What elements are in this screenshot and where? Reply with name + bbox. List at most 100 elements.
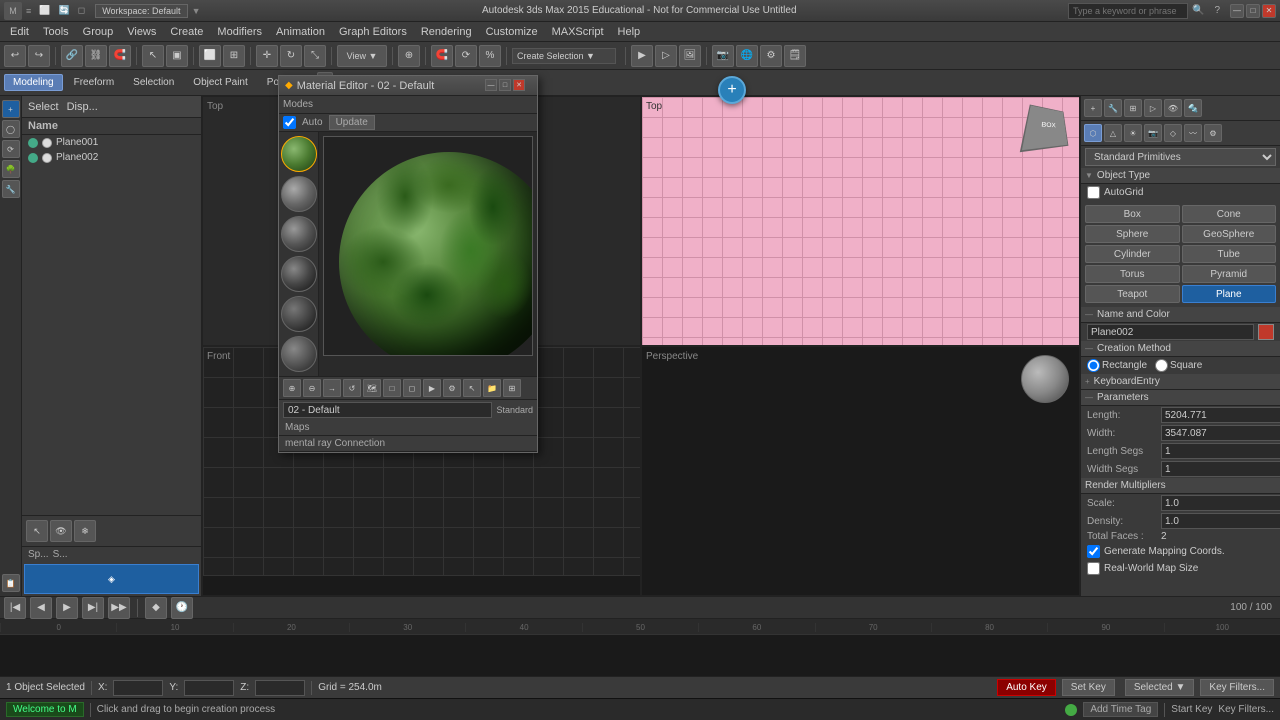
obj-torus-btn[interactable]: Torus: [1085, 265, 1180, 283]
primitive-type-dropdown[interactable]: Standard Primitives: [1085, 148, 1276, 166]
play-btn[interactable]: ▶: [56, 597, 78, 619]
menu-customize[interactable]: Customize: [480, 24, 544, 40]
tab-freeform[interactable]: Freeform: [66, 75, 123, 90]
select-button[interactable]: ↖: [142, 45, 164, 67]
select-name-button[interactable]: ▣: [166, 45, 188, 67]
hierarchy-icon[interactable]: 🌳: [2, 160, 20, 178]
rp-section-keyboard[interactable]: + KeyboardEntry: [1081, 374, 1280, 390]
obj-teapot-btn[interactable]: Teapot: [1085, 285, 1180, 303]
selected-dropdown[interactable]: Selected ▼: [1125, 679, 1195, 696]
length-segs-input[interactable]: [1161, 443, 1280, 459]
obj-cylinder-btn[interactable]: Cylinder: [1085, 245, 1180, 263]
me-compact-btn[interactable]: ⊞: [503, 379, 521, 397]
rp-cameras-btn[interactable]: 📷: [1144, 124, 1162, 142]
scene-item-plane002[interactable]: Plane002: [22, 150, 201, 165]
tab-selection[interactable]: Selection: [125, 75, 182, 90]
real-world-checkbox[interactable]: [1087, 562, 1100, 575]
me-show-map-btn[interactable]: 🗺: [363, 379, 381, 397]
me-show-end-btn[interactable]: ◻: [403, 379, 421, 397]
me-thumb-5[interactable]: [281, 296, 317, 332]
menu-views[interactable]: Views: [121, 24, 162, 40]
color-swatch[interactable]: [1258, 324, 1274, 340]
utilities-icon[interactable]: 🔧: [2, 180, 20, 198]
rp-lights-btn[interactable]: ☀: [1124, 124, 1142, 142]
open-last-render[interactable]: 📷: [712, 45, 734, 67]
motion-icon[interactable]: ⟳: [2, 140, 20, 158]
key-filter-btn[interactable]: Key Filters...: [1200, 679, 1274, 696]
length-input[interactable]: [1161, 407, 1280, 423]
me-options-btn[interactable]: ⚙: [443, 379, 461, 397]
bind-button[interactable]: 🧲: [109, 45, 131, 67]
menu-group[interactable]: Group: [77, 24, 120, 40]
gen-mapping-checkbox[interactable]: [1087, 545, 1100, 558]
angle-snap[interactable]: ⟳: [455, 45, 477, 67]
render-toedit[interactable]: 🗒: [784, 45, 806, 67]
square-radio[interactable]: [1155, 359, 1168, 372]
search-input[interactable]: [1068, 3, 1188, 19]
rp-hierarchy-tab[interactable]: ⊞: [1124, 99, 1142, 117]
close-button[interactable]: ✕: [1262, 4, 1276, 18]
obj-cone-btn[interactable]: Cone: [1182, 205, 1277, 223]
rp-geometry-btn[interactable]: ⬡: [1084, 124, 1102, 142]
me-close-btn[interactable]: ✕: [513, 79, 525, 91]
tab-modeling[interactable]: Modeling: [4, 74, 63, 91]
me-thumb-6[interactable]: [281, 336, 317, 372]
scale-button[interactable]: ⤡: [304, 45, 326, 67]
link-button[interactable]: 🔗: [61, 45, 83, 67]
obj-plane-btn[interactable]: Plane: [1182, 285, 1277, 303]
me-section-mental-ray[interactable]: mental ray Connection: [279, 436, 537, 452]
x-coord-input[interactable]: [113, 680, 163, 696]
rotate-button[interactable]: ↻: [280, 45, 302, 67]
scale-input[interactable]: [1161, 495, 1280, 511]
prev-frame-btn[interactable]: ◀: [30, 597, 52, 619]
rectangle-radio[interactable]: [1087, 359, 1100, 372]
search-icon[interactable]: 🔍: [1192, 5, 1204, 16]
me-thumb-3[interactable]: [281, 216, 317, 252]
rp-section-creation[interactable]: — Creation Method: [1081, 341, 1280, 357]
obj-box-btn[interactable]: Box: [1085, 205, 1180, 223]
menu-tools[interactable]: Tools: [37, 24, 75, 40]
snap-toggle[interactable]: 🧲: [431, 45, 453, 67]
material-name-input[interactable]: [283, 402, 492, 418]
go-start-btn[interactable]: |◀: [4, 597, 26, 619]
z-coord-input[interactable]: [255, 680, 305, 696]
me-show-bg-btn[interactable]: □: [383, 379, 401, 397]
menu-help[interactable]: Help: [612, 24, 647, 40]
add-plus-button[interactable]: +: [718, 76, 746, 104]
me-assign-material-btn[interactable]: →: [323, 379, 341, 397]
me-section-maps[interactable]: Maps: [279, 420, 537, 436]
go-end-btn[interactable]: ▶▶: [108, 597, 130, 619]
set-key-btn[interactable]: Set Key: [1062, 679, 1115, 696]
menu-rendering[interactable]: Rendering: [415, 24, 478, 40]
width-segs-input[interactable]: [1161, 461, 1280, 477]
tab-object-paint[interactable]: Object Paint: [185, 75, 255, 90]
minimize-button[interactable]: —: [1230, 4, 1244, 18]
rp-display-tab[interactable]: 👁: [1164, 99, 1182, 117]
menu-animation[interactable]: Animation: [270, 24, 331, 40]
sidebar-tool-select[interactable]: ↖: [26, 520, 48, 542]
square-option[interactable]: Square: [1155, 359, 1202, 372]
time-config-btn[interactable]: 🕐: [171, 597, 193, 619]
y-coord-input[interactable]: [184, 680, 234, 696]
obj-sphere-btn[interactable]: Sphere: [1085, 225, 1180, 243]
object-name-input[interactable]: [1087, 324, 1254, 340]
window-controls[interactable]: — □ ✕: [1230, 4, 1276, 18]
rp-section-object-type[interactable]: ▼ Object Type: [1081, 168, 1280, 184]
scene-item-plane001[interactable]: Plane001: [22, 135, 201, 150]
sidebar-tool-display[interactable]: 👁: [50, 520, 72, 542]
selection-filter-dropdown[interactable]: Create Selection ▼: [512, 48, 616, 64]
render-setup-button[interactable]: ▶: [631, 45, 653, 67]
menu-create[interactable]: Create: [164, 24, 209, 40]
me-get-material-btn[interactable]: ⊕: [283, 379, 301, 397]
rp-spacewarps-btn[interactable]: 〰: [1184, 124, 1202, 142]
help-icon[interactable]: ?: [1214, 5, 1220, 16]
window-crossing-button[interactable]: ⊞: [223, 45, 245, 67]
rp-section-name-color[interactable]: — Name and Color: [1081, 307, 1280, 323]
maximize-button[interactable]: □: [1246, 4, 1260, 18]
rp-modify-tab[interactable]: 🔧: [1104, 99, 1122, 117]
me-thumb-1[interactable]: [281, 136, 317, 172]
density-input[interactable]: [1161, 513, 1280, 529]
select-label[interactable]: Select: [28, 101, 59, 113]
width-input[interactable]: [1161, 425, 1280, 441]
key-mode-btn[interactable]: ◆: [145, 597, 167, 619]
